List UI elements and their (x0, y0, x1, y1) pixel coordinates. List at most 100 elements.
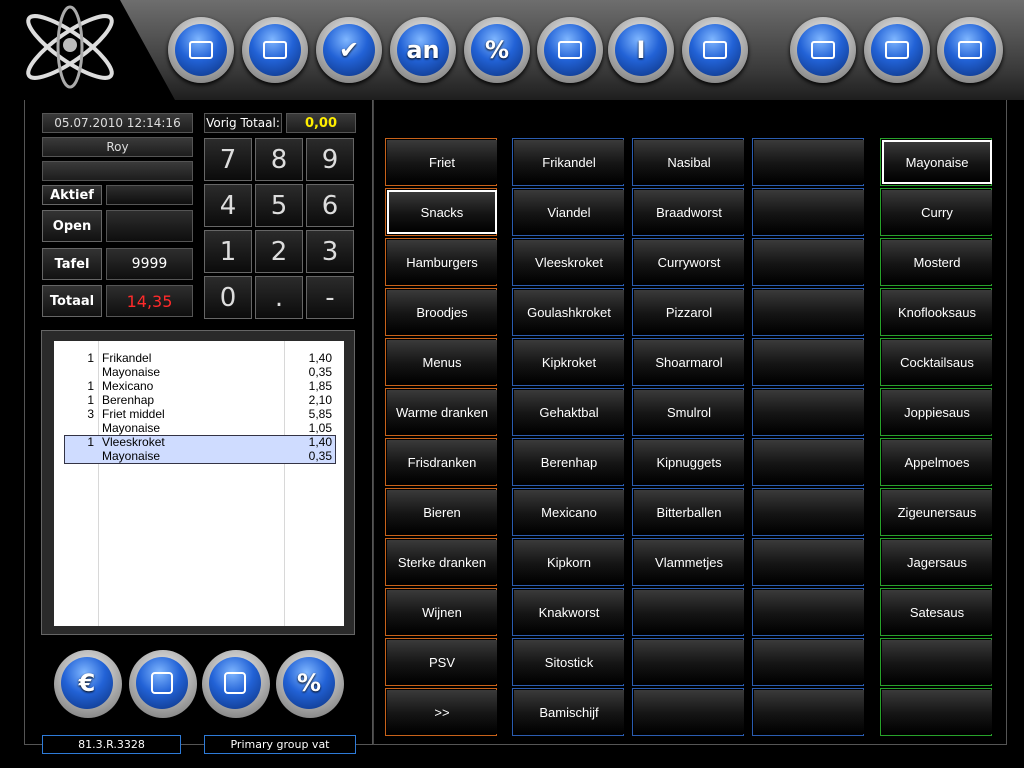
product-button[interactable] (754, 690, 864, 734)
receipt-row[interactable]: 3 Friet middel 5,85 (54, 407, 344, 421)
product-button[interactable] (754, 590, 864, 634)
sauce-button[interactable]: Jagersaus (882, 540, 992, 584)
receipt-row[interactable]: 1 Frikandel 1,40 (54, 351, 344, 365)
product-button[interactable] (754, 390, 864, 434)
checkmark-button[interactable]: ✔ (316, 17, 382, 83)
keypad-key[interactable]: . (255, 276, 303, 319)
product-button[interactable]: Berenhap (514, 440, 624, 484)
keypad-key[interactable]: - (306, 276, 354, 319)
table-button[interactable] (168, 17, 234, 83)
group-button[interactable]: Frisdranken (387, 440, 497, 484)
group-button[interactable]: Wijnen (387, 590, 497, 634)
product-button[interactable] (634, 690, 744, 734)
keypad-key[interactable]: 4 (204, 184, 252, 227)
tafel-button[interactable]: Tafel (42, 248, 102, 280)
sauce-button[interactable]: Mosterd (882, 240, 992, 284)
group-button[interactable]: PSV (387, 640, 497, 684)
calculator-button[interactable] (202, 650, 270, 718)
product-button[interactable] (634, 640, 744, 684)
sauce-button[interactable]: Curry (882, 190, 992, 234)
product-button[interactable] (754, 140, 864, 184)
sauce-button[interactable]: Knoflooksaus (882, 290, 992, 334)
percent-button[interactable]: % (276, 650, 344, 718)
keypad-key[interactable]: 2 (255, 230, 303, 273)
product-button[interactable] (634, 590, 744, 634)
product-button[interactable]: Pizzarol (634, 290, 744, 334)
sauce-button[interactable] (882, 690, 992, 734)
product-button[interactable]: Braadworst (634, 190, 744, 234)
waiter-button[interactable] (790, 17, 856, 83)
sauce-button[interactable] (882, 640, 992, 684)
product-button[interactable]: Curryworst (634, 240, 744, 284)
product-button[interactable]: Smulrol (634, 390, 744, 434)
keypad-key[interactable]: 1 (204, 230, 252, 273)
product-button[interactable]: Shoarmarol (634, 340, 744, 384)
aktief-label[interactable]: Aktief (42, 185, 102, 205)
product-button[interactable]: Vlammetjes (634, 540, 744, 584)
product-button[interactable]: Frikandel (514, 140, 624, 184)
product-button[interactable]: Nasibal (634, 140, 744, 184)
receipt-row[interactable]: Mayonaise 0,35 (54, 365, 344, 379)
receipt-row[interactable]: 1 Berenhap 2,10 (54, 393, 344, 407)
product-button[interactable]: Kipkorn (514, 540, 624, 584)
product-button[interactable] (754, 640, 864, 684)
group-button[interactable]: Bieren (387, 490, 497, 534)
bag-button[interactable] (682, 17, 748, 83)
product-button[interactable] (754, 190, 864, 234)
keypad-key[interactable]: 9 (306, 138, 354, 181)
product-button[interactable]: Vleeskroket (514, 240, 624, 284)
report-button[interactable] (537, 17, 603, 83)
keypad-key[interactable]: 6 (306, 184, 354, 227)
group-button[interactable]: Warme dranken (387, 390, 497, 434)
table-an-button[interactable]: an (390, 17, 456, 83)
group-button[interactable]: Sterke dranken (387, 540, 497, 584)
product-button[interactable]: Sitostick (514, 640, 624, 684)
keypad-key[interactable]: 8 (255, 138, 303, 181)
product-button[interactable] (754, 540, 864, 584)
group-button[interactable]: Snacks (387, 190, 497, 234)
receipt-row[interactable]: 1 Vleeskroket 1,40 (54, 435, 344, 449)
keypad-key[interactable]: 0 (204, 276, 252, 319)
keypad-key[interactable]: 5 (255, 184, 303, 227)
product-button[interactable] (754, 490, 864, 534)
product-button[interactable] (754, 240, 864, 284)
open-button[interactable]: Open (42, 210, 102, 242)
sauce-button[interactable]: Zigeunersaus (882, 490, 992, 534)
group-button[interactable]: Menus (387, 340, 497, 384)
receipt-row[interactable]: Mayonaise 0,35 (54, 449, 344, 463)
group-button-frame: Bieren (385, 488, 497, 536)
receipt-row[interactable]: 1 Mexicano 1,85 (54, 379, 344, 393)
product-button[interactable]: Mexicano (514, 490, 624, 534)
product-button[interactable]: Goulashkroket (514, 290, 624, 334)
receipt-row[interactable]: Mayonaise 1,05 (54, 421, 344, 435)
group-button[interactable]: Broodjes (387, 290, 497, 334)
group-button[interactable]: Friet (387, 140, 497, 184)
sauce-button[interactable]: Cocktailsaus (882, 340, 992, 384)
product-button[interactable]: Viandel (514, 190, 624, 234)
group-button[interactable]: >> (387, 690, 497, 734)
manager-button[interactable] (864, 17, 930, 83)
product-button[interactable] (754, 340, 864, 384)
product-button[interactable]: Bitterballen (634, 490, 744, 534)
sauce-button[interactable]: Joppiesaus (882, 390, 992, 434)
sauce-button[interactable]: Satesaus (882, 590, 992, 634)
keypad-key[interactable]: 7 (204, 138, 252, 181)
euro-button[interactable]: € (54, 650, 122, 718)
exit-button[interactable] (937, 17, 1003, 83)
product-button[interactable]: Kipnuggets (634, 440, 744, 484)
product-button[interactable] (754, 440, 864, 484)
product-button[interactable] (754, 290, 864, 334)
product-button[interactable]: Bamischijf (514, 690, 624, 734)
group-button[interactable]: Hamburgers (387, 240, 497, 284)
product-button[interactable]: Knakworst (514, 590, 624, 634)
sauce-button[interactable]: Mayonaise (882, 140, 992, 184)
info-button[interactable]: I (608, 17, 674, 83)
coins-button[interactable] (129, 650, 197, 718)
receipt-list[interactable]: 1 Frikandel 1,40 Mayonaise 0,35 1 Mexicano 1,85… (54, 341, 344, 626)
product-button[interactable]: Gehaktbal (514, 390, 624, 434)
sauce-button[interactable]: Appelmoes (882, 440, 992, 484)
keypad-key[interactable]: 3 (306, 230, 354, 273)
product-button[interactable]: Kipkroket (514, 340, 624, 384)
ticket-transfer-button[interactable] (242, 17, 308, 83)
percent-doc-button[interactable]: % (464, 17, 530, 83)
